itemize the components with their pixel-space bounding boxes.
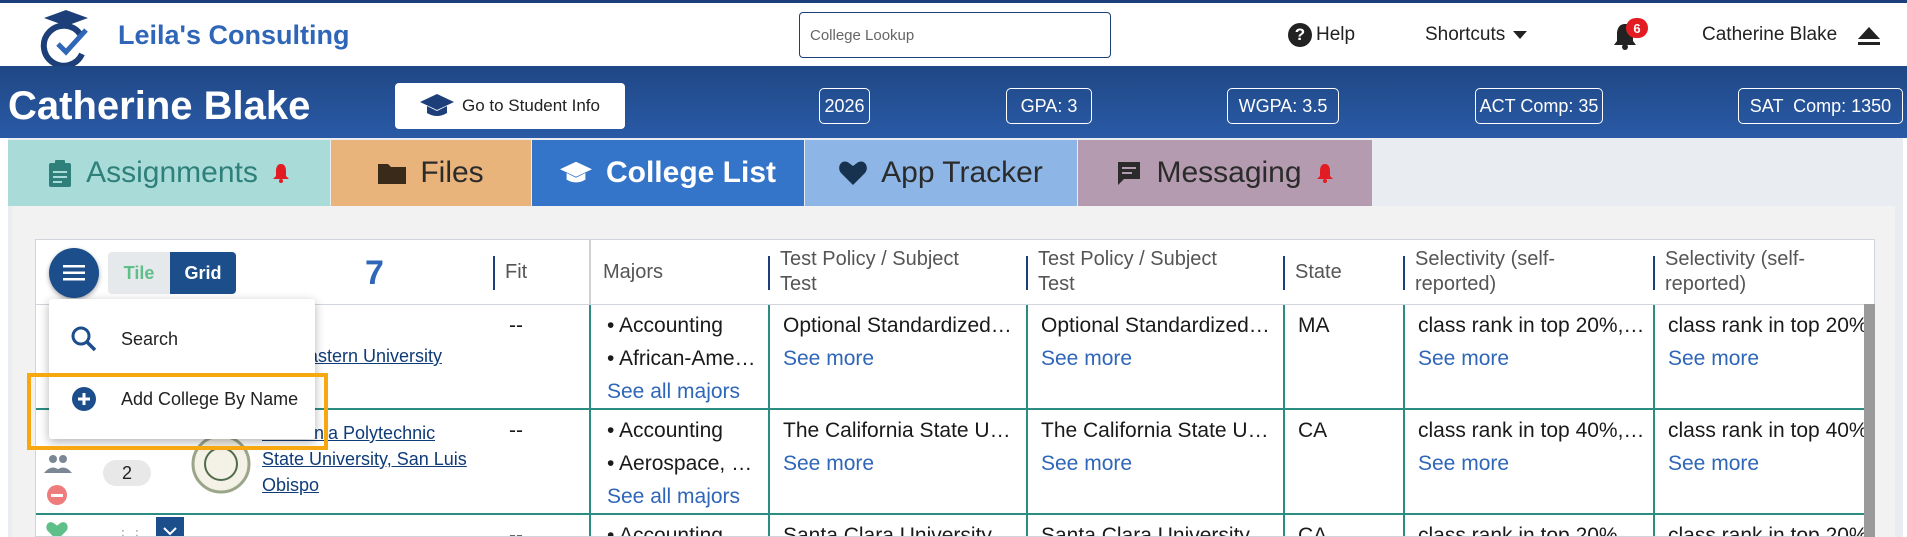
- chevron-down-icon: [1513, 31, 1528, 39]
- clipboard-icon: [49, 160, 72, 187]
- selectivity-value: class rank in top 40%: [1668, 419, 1868, 442]
- help-link[interactable]: ? Help: [1288, 23, 1355, 47]
- see-more-link[interactable]: See more: [1668, 447, 1759, 480]
- wgpa-chip: WGPA: 3.5: [1227, 88, 1339, 124]
- test-policy-value: Santa Clara University …: [1041, 524, 1277, 537]
- fit-value: --: [509, 314, 523, 337]
- test-policy-value: The California State U…: [783, 419, 1011, 442]
- table-row[interactable]: ⋮⋮ -- • Accounting Santa Clara Universit…: [36, 513, 1874, 537]
- view-toggle: Tile Grid: [108, 252, 236, 294]
- tab-messaging-label: Messaging: [1156, 156, 1302, 189]
- highlight-box: [27, 373, 328, 450]
- tab-files[interactable]: Files: [331, 140, 531, 206]
- expand-row-button[interactable]: [156, 517, 184, 536]
- column-header-selectivity-1[interactable]: Selectivity (self-reported): [1403, 240, 1613, 304]
- test-policy-value: Santa Clara University …: [783, 524, 1019, 537]
- people-icon[interactable]: [44, 454, 72, 479]
- see-all-majors-link[interactable]: See all majors: [607, 375, 740, 408]
- grid-menu-button[interactable]: [49, 248, 99, 298]
- fit-value: --: [509, 524, 523, 537]
- see-more-link[interactable]: See more: [1668, 342, 1759, 375]
- tile-view-button[interactable]: Tile: [108, 252, 170, 294]
- chat-icon: [1118, 162, 1141, 185]
- rank-badge: 2: [103, 460, 151, 486]
- menu-item-search[interactable]: Search: [49, 309, 315, 369]
- selectivity-value: class rank in top 40%,…: [1418, 419, 1645, 442]
- see-more-link[interactable]: See more: [783, 447, 874, 480]
- chevron-down-icon: [163, 526, 177, 535]
- caret-up-icon[interactable]: [1858, 27, 1880, 45]
- vertical-scrollbar[interactable]: [1864, 304, 1875, 537]
- test-policy-value: The California State U…: [1041, 419, 1269, 442]
- help-icon: ?: [1288, 23, 1312, 47]
- selectivity-value: class rank in top 20%,…: [1418, 524, 1645, 537]
- help-label: Help: [1316, 24, 1356, 45]
- graduation-cap-icon: [559, 161, 592, 183]
- graduation-cap-icon: [420, 94, 454, 116]
- remove-circle-icon[interactable]: [46, 484, 68, 511]
- see-all-majors-link[interactable]: See all majors: [607, 480, 740, 513]
- major-item: • Accounting: [607, 524, 723, 537]
- college-lookup-input[interactable]: [799, 12, 1111, 58]
- menu-icon: [63, 265, 85, 281]
- sat-chip: SAT Comp: 1350: [1738, 88, 1903, 124]
- search-icon: [71, 326, 97, 352]
- student-name: Catherine Blake: [8, 84, 311, 128]
- selectivity-value: class rank in top 20%: [1668, 524, 1868, 537]
- folder-icon: [378, 164, 407, 184]
- drag-handle-icon[interactable]: ⋮⋮: [116, 527, 144, 536]
- go-to-student-info-label: Go to Student Info: [462, 96, 600, 115]
- selectivity-value: class rank in top 20%: [1668, 314, 1868, 337]
- user-name[interactable]: Catherine Blake: [1702, 24, 1837, 46]
- test-policy-value: Optional Standardized…: [1041, 314, 1270, 337]
- college-name-link[interactable]: eastern University: [298, 343, 442, 369]
- logo-icon[interactable]: [38, 8, 96, 66]
- state-value: MA: [1298, 314, 1330, 337]
- tab-assignments-label: Assignments: [86, 156, 258, 189]
- see-more-link[interactable]: See more: [1418, 447, 1509, 480]
- state-value: CA: [1298, 524, 1328, 537]
- act-chip: ACT Comp: 35: [1475, 88, 1603, 124]
- brand-name[interactable]: Leila's Consulting: [118, 20, 349, 51]
- see-more-link[interactable]: See more: [1041, 447, 1132, 480]
- tab-app-tracker-label: App Tracker: [881, 156, 1043, 189]
- major-item: • Aerospace, …: [607, 452, 753, 475]
- menu-item-search-label: Search: [121, 328, 179, 349]
- alert-bell-icon: [1316, 164, 1333, 183]
- notification-badge: 6: [1626, 18, 1648, 38]
- column-header-selectivity-2[interactable]: Selectivity (self-reported): [1653, 240, 1863, 304]
- state-value: CA: [1298, 419, 1328, 442]
- tab-files-label: Files: [420, 156, 484, 189]
- college-count: 7: [365, 254, 384, 292]
- tab-college-list-label: College List: [605, 156, 777, 189]
- shortcuts-menu[interactable]: Shortcuts: [1425, 24, 1528, 46]
- grad-year-chip: 2026: [819, 88, 870, 124]
- college-name-link[interactable]: Obispo: [262, 472, 319, 498]
- see-more-link[interactable]: See more: [1041, 342, 1132, 375]
- see-more-link[interactable]: See more: [1418, 342, 1509, 375]
- gpa-chip: GPA: 3: [1006, 88, 1092, 124]
- column-header-test-policy-1[interactable]: Test Policy / Subject Test: [768, 240, 1000, 304]
- column-header-state[interactable]: State: [1283, 240, 1393, 304]
- go-to-student-info-button[interactable]: Go to Student Info: [395, 83, 625, 129]
- selectivity-value: class rank in top 20%,…: [1418, 314, 1645, 337]
- shortcuts-label: Shortcuts: [1425, 24, 1506, 45]
- tab-college-list[interactable]: College List: [532, 140, 804, 206]
- fit-value: --: [509, 419, 523, 442]
- tab-assignments[interactable]: Assignments: [8, 140, 330, 206]
- grid-view-button[interactable]: Grid: [170, 252, 236, 294]
- test-policy-value: Optional Standardized…: [783, 314, 1012, 337]
- alert-bell-icon: [272, 164, 289, 183]
- major-item: • African-Ame…: [607, 347, 756, 370]
- major-item: • Accounting: [607, 314, 723, 337]
- tab-messaging[interactable]: Messaging: [1078, 140, 1372, 206]
- see-more-link[interactable]: See more: [783, 342, 874, 375]
- column-header-test-policy-2[interactable]: Test Policy / Subject Test: [1026, 240, 1258, 304]
- tab-app-tracker[interactable]: App Tracker: [805, 140, 1077, 206]
- heart-icon[interactable]: [46, 521, 68, 536]
- heart-icon: [839, 161, 867, 185]
- major-item: • Accounting: [607, 419, 723, 442]
